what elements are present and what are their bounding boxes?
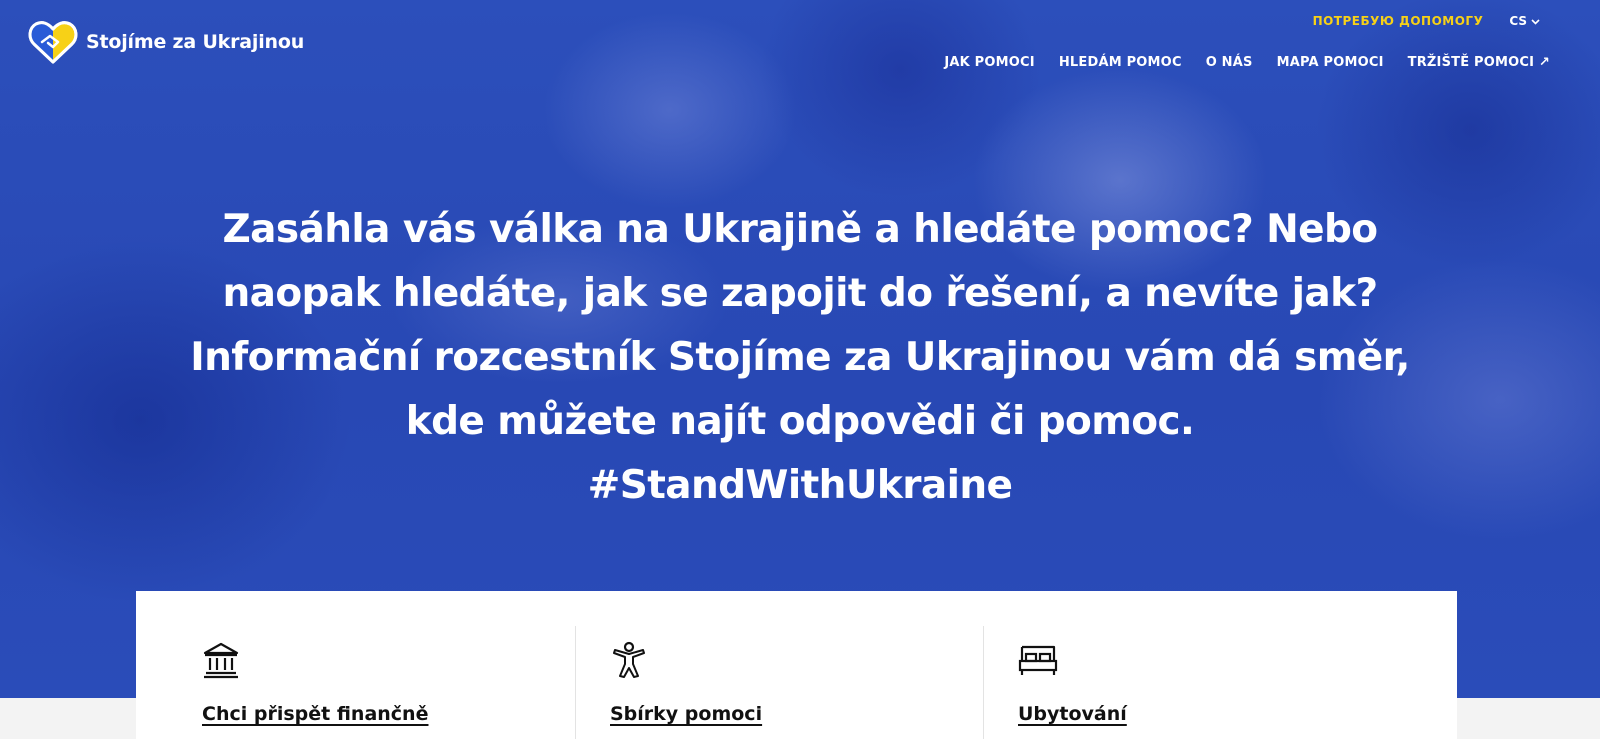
nav-hledam-pomoc[interactable]: HLEDÁM POMOC — [1059, 55, 1182, 70]
language-code: CS — [1509, 14, 1527, 28]
card-financial[interactable]: Chci přispět finančně — [136, 591, 575, 739]
site-logo[interactable]: Stojíme za Ukrajinou — [28, 20, 304, 64]
card-collections[interactable]: Sbírky pomoci — [575, 591, 983, 739]
hero-headline-text: Zasáhla vás válka na Ukrajině a hledáte … — [190, 207, 1410, 444]
hero-headline: Zasáhla vás válka na Ukrajině a hledáte … — [160, 198, 1440, 518]
utility-bar: ПОТРЕБУЮ ДОПОМОГУ CS — [1313, 14, 1540, 28]
language-selector[interactable]: CS — [1509, 14, 1540, 28]
hero-hashtag: #StandWithUkraine — [587, 463, 1013, 508]
help-cards: Chci přispět finančně Sbírky pomoci Ubyt… — [136, 591, 1457, 739]
main-nav: JAK POMOCI HLEDÁM POMOC O NÁS MAPA POMOC… — [944, 55, 1550, 70]
need-help-link[interactable]: ПОТРЕБУЮ ДОПОМОГУ — [1313, 14, 1484, 28]
heart-handshake-icon — [28, 20, 78, 64]
nav-o-nas[interactable]: O NÁS — [1206, 55, 1253, 70]
card-accommodation-link[interactable]: Ubytování — [1018, 703, 1127, 725]
bank-icon — [202, 641, 575, 683]
nav-jak-pomoci[interactable]: JAK POMOCI — [944, 55, 1034, 70]
card-collections-link[interactable]: Sbírky pomoci — [610, 703, 762, 725]
card-financial-link[interactable]: Chci přispět finančně — [202, 703, 428, 725]
chevron-down-icon — [1531, 14, 1540, 28]
bed-icon — [1018, 641, 1457, 683]
site-name: Stojíme za Ukrajinou — [86, 31, 305, 53]
nav-trziste-pomoci[interactable]: TRŽIŠTĚ POMOCI ↗ — [1408, 55, 1550, 70]
nav-mapa-pomoci[interactable]: MAPA POMOCI — [1277, 55, 1384, 70]
card-accommodation[interactable]: Ubytování — [983, 591, 1457, 739]
person-icon — [610, 641, 983, 683]
